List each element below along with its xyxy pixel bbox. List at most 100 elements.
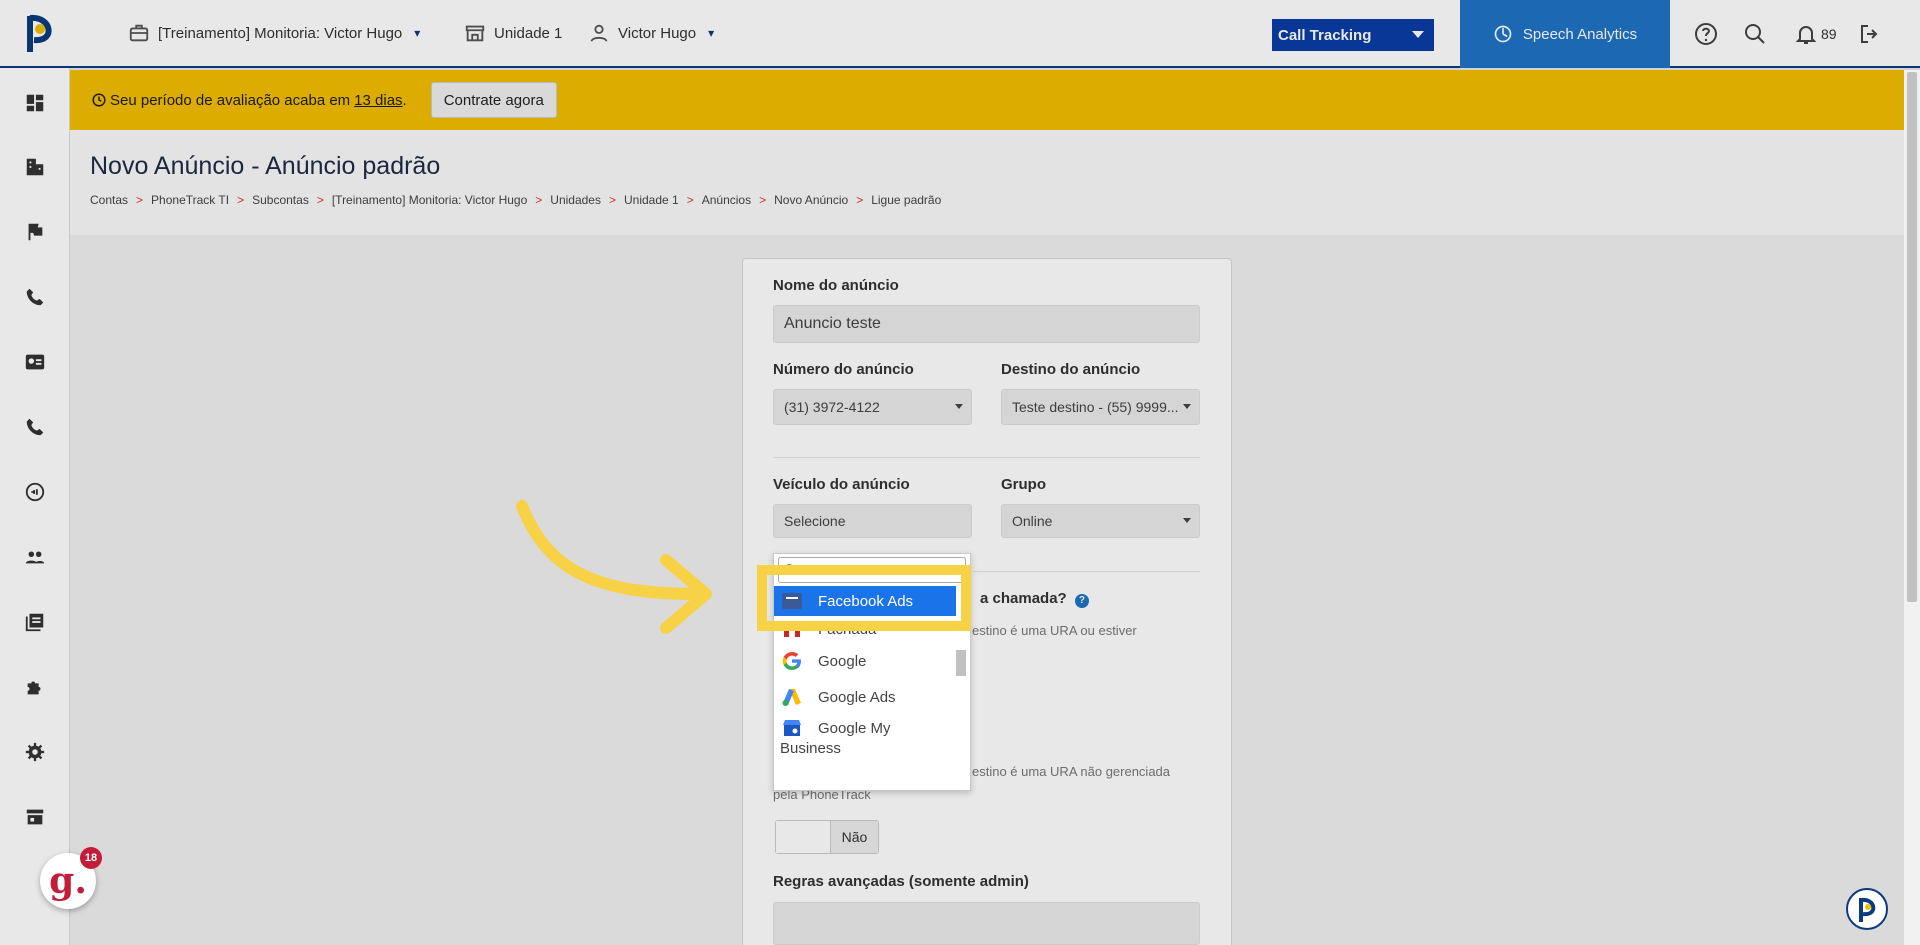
- ad-destination-select[interactable]: Teste destino - (55) 9999...: [1001, 389, 1200, 425]
- advanced-rules-label: Regras avançadas (somente admin): [773, 873, 1029, 890]
- ad-vehicle-select[interactable]: Selecione: [773, 504, 972, 538]
- breadcrumb-item[interactable]: Unidade 1: [624, 193, 679, 207]
- group-select[interactable]: Online: [1001, 504, 1200, 538]
- dropdown-arrow-icon: [1412, 31, 1424, 38]
- chevron-down-icon: ▾: [708, 26, 715, 40]
- library-icon[interactable]: [24, 611, 46, 633]
- briefcase-icon: [129, 24, 149, 42]
- question-text: a chamada?: [980, 590, 1067, 607]
- toggle-label: Não: [830, 821, 878, 853]
- breadcrumb-item[interactable]: Subcontas: [252, 193, 309, 207]
- tutorial-arrow-icon: [516, 500, 712, 634]
- question-label: a chamada? ?: [980, 590, 1089, 608]
- user-icon: [590, 24, 608, 42]
- page-header: Novo Anúncio - Anúncio padrão Contas > Ph…: [70, 130, 1904, 235]
- dropdown-arrow-icon: [1183, 518, 1191, 523]
- ad-vehicle-value: Selecione: [784, 513, 846, 529]
- speech-analytics-button[interactable]: Speech Analytics: [1460, 0, 1670, 68]
- help-icon[interactable]: ?: [1074, 594, 1089, 608]
- product-select[interactable]: Call Tracking: [1272, 19, 1434, 51]
- phonetrack-logo[interactable]: [22, 12, 58, 56]
- ad-destination-value: Teste destino - (55) 9999...: [1012, 399, 1179, 415]
- hire-now-button[interactable]: Contrate agora: [430, 82, 557, 118]
- dropdown-option-google-my-business[interactable]: Google My Business: [774, 716, 956, 764]
- breadcrumb-item[interactable]: Contas: [90, 193, 128, 207]
- bell-icon[interactable]: [1794, 22, 1818, 46]
- page-scrollbar-thumb[interactable]: [1907, 72, 1917, 602]
- hint-text: estino é uma URA não gerenciada: [972, 764, 1171, 779]
- ura-toggle[interactable]: Não: [775, 820, 879, 854]
- puzzle-icon[interactable]: [24, 676, 46, 698]
- clock-icon: [92, 93, 106, 107]
- breadcrumb-item[interactable]: Anúncios: [702, 193, 751, 207]
- top-navbar: [Treinamento] Monitoria: Victor Hugo ▾ U…: [0, 0, 1920, 68]
- trial-text: Seu período de avaliação acaba em: [110, 91, 351, 109]
- unit-name: Unidade 1: [494, 24, 563, 42]
- dropdown-option-google[interactable]: Google: [774, 642, 956, 680]
- trial-days-link[interactable]: 13 dias: [354, 92, 402, 109]
- building-icon[interactable]: [24, 156, 46, 178]
- breadcrumb-item[interactable]: Unidades: [550, 193, 601, 207]
- breadcrumb-item[interactable]: Novo Anúncio: [774, 193, 848, 207]
- speech-analytics-label: Speech Analytics: [1522, 25, 1638, 43]
- trial-banner: Seu período de avaliação acaba em 13 dia…: [70, 70, 1904, 130]
- trial-text-end: .: [402, 91, 407, 109]
- group-label: Grupo: [1001, 476, 1046, 493]
- page-scrollbar[interactable]: [1904, 70, 1920, 945]
- ad-destination-label: Destino do anúncio: [1001, 361, 1141, 378]
- toggle-knob: [776, 821, 830, 853]
- guide-badge-count: 18: [80, 847, 102, 869]
- breadcrumb-separator: >: [686, 193, 694, 207]
- sidebar: [0, 68, 70, 945]
- breadcrumb-separator: >: [237, 193, 245, 207]
- breadcrumb-separator: >: [608, 193, 616, 207]
- phone-call-icon[interactable]: [24, 416, 46, 438]
- ad-vehicle-label: Veículo do anúncio: [773, 476, 910, 493]
- dropdown-option-label: Google: [818, 652, 867, 670]
- ad-name-label: Nome do anúncio: [773, 277, 899, 294]
- breadcrumb-separator: >: [535, 193, 543, 207]
- group-value: Online: [1012, 513, 1053, 529]
- dropdown-option-label: Google My: [818, 719, 891, 737]
- user-menu[interactable]: Victor Hugo ▾: [588, 22, 714, 44]
- search-icon[interactable]: [1743, 22, 1767, 46]
- dropdown-arrow-icon: [955, 404, 963, 409]
- divider: [773, 457, 1200, 458]
- account-name: [Treinamento] Monitoria: Victor Hugo: [158, 24, 403, 42]
- divider: [973, 571, 1200, 572]
- breadcrumb-separator: >: [759, 193, 767, 207]
- ad-name-input[interactable]: Anuncio teste: [773, 305, 1200, 343]
- support-chat-button[interactable]: [1846, 888, 1888, 930]
- breadcrumb-item[interactable]: [Treinamento] Monitoria: Victor Hugo: [332, 193, 527, 207]
- google-ads-icon: [782, 689, 801, 706]
- speech-icon[interactable]: [24, 481, 46, 503]
- product-select-value: Call Tracking: [1278, 26, 1372, 44]
- breadcrumb-item[interactable]: PhoneTrack TI: [151, 193, 229, 207]
- contact-card-icon[interactable]: [24, 351, 46, 373]
- users-icon[interactable]: [24, 546, 46, 568]
- dropdown-scrollbar[interactable]: [956, 650, 966, 676]
- account-selector[interactable]: [Treinamento] Monitoria: Victor Hugo ▾: [128, 22, 420, 44]
- breadcrumb-item-current: Ligue padrão: [871, 193, 942, 207]
- unit-selector[interactable]: Unidade 1: [464, 22, 562, 44]
- breadcrumb-separator: >: [136, 193, 144, 207]
- dropdown-option-google-ads[interactable]: Google Ads: [774, 680, 956, 714]
- advanced-rules-textarea[interactable]: [773, 902, 1200, 945]
- dropdown-option-label-line2: Business: [780, 740, 841, 757]
- ad-number-select[interactable]: (31) 3972-4122: [773, 389, 972, 425]
- help-icon[interactable]: [1694, 22, 1718, 46]
- tutorial-highlight-box: [757, 565, 971, 631]
- google-icon: [782, 652, 801, 670]
- breadcrumb-separator: >: [856, 193, 864, 207]
- hint-text: estino é uma URA ou estiver: [972, 623, 1137, 638]
- storefront-icon[interactable]: [24, 806, 46, 828]
- google-my-business-icon: [783, 720, 801, 736]
- phone-icon[interactable]: [24, 286, 46, 308]
- phonetrack-chat-icon: [1859, 897, 1876, 922]
- user-name: Victor Hugo: [618, 24, 697, 42]
- ad-number-label: Número do anúncio: [773, 361, 914, 378]
- dashboard-icon[interactable]: [24, 92, 46, 114]
- logout-icon[interactable]: [1858, 22, 1882, 46]
- flag-icon[interactable]: [24, 221, 46, 243]
- gear-icon[interactable]: [24, 741, 46, 763]
